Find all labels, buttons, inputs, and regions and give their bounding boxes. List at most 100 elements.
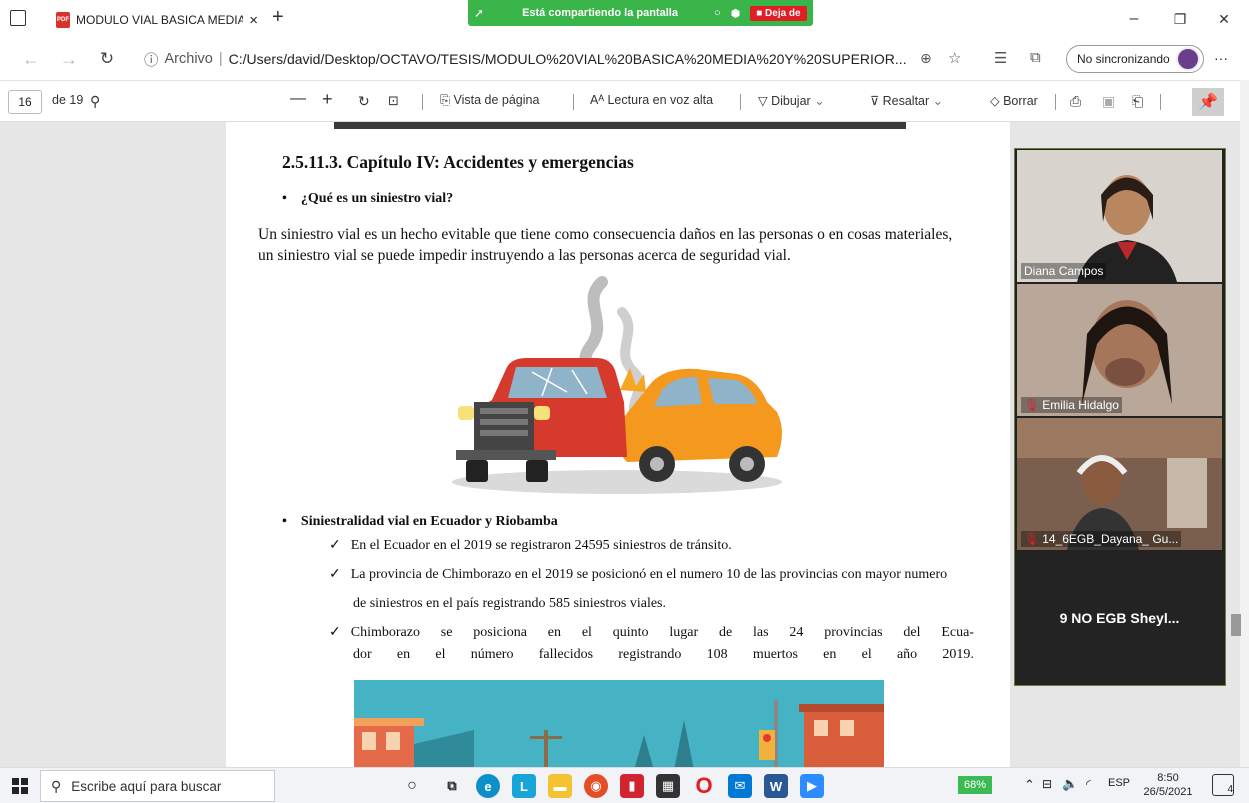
store-icon[interactable]: ▦ [656, 774, 680, 798]
find-icon[interactable]: ⚲ [90, 93, 100, 110]
pdf-page: 2.5.11.3. Capítulo IV: Accidentes y emer… [226, 122, 1010, 767]
zoom-icon[interactable]: ⊕ [920, 50, 932, 67]
section2-heading: • Siniestralidad vial en Ecuador y Riobam… [282, 514, 558, 530]
share-icon: ➚ [474, 6, 485, 20]
participant-video[interactable]: Diana Campos [1017, 150, 1222, 282]
favorite-star-icon[interactable]: ☆ [948, 49, 961, 67]
cortana-icon[interactable]: ○ [400, 774, 424, 798]
page-number-input[interactable]: 16 [8, 90, 42, 114]
task-view-icon[interactable]: ⧉ [440, 774, 464, 798]
pdf-icon: PDF [56, 12, 70, 28]
notification-count: 4 [1227, 784, 1233, 795]
read-aloud-label: Lectura en voz alta [607, 93, 714, 107]
battery-indicator[interactable]: 68% [958, 776, 992, 794]
tab-close-button[interactable]: × [249, 12, 258, 29]
notifications-icon[interactable]: 4 [1212, 774, 1234, 796]
close-window-button[interactable]: ✕ [1204, 6, 1244, 32]
list-item-word: 2019. [942, 647, 974, 662]
list-item-text: La provincia de Chimborazo en el 2019 se… [350, 567, 948, 582]
taskbar-search-input[interactable]: ⚲ Escribe aquí para buscar [40, 770, 275, 802]
app-l-icon[interactable]: L [512, 774, 536, 798]
minimize-button[interactable]: – [1114, 6, 1154, 32]
toolbar-divider [740, 94, 741, 110]
restore-button[interactable]: ❐ [1160, 6, 1200, 32]
forward-arrow-icon[interactable]: → [56, 49, 82, 70]
opera-icon[interactable]: O [692, 773, 716, 798]
refresh-icon[interactable]: ↻ [94, 49, 120, 69]
app-red-icon[interactable]: ▮ [620, 774, 644, 798]
taskbar-clock[interactable]: 8:50 26/5/2021 [1138, 771, 1198, 799]
clock-time: 8:50 [1157, 772, 1179, 784]
highlight-label: Resaltar [882, 94, 930, 108]
fit-page-icon[interactable]: ⊡ [388, 93, 399, 109]
language-indicator[interactable]: ESP [1108, 777, 1130, 789]
muted-mic-icon: 🎙 [1024, 398, 1040, 412]
erase-label: Borrar [1003, 94, 1038, 108]
word-icon[interactable]: W [764, 774, 788, 798]
print-icon[interactable]: ⎙ [1070, 93, 1081, 110]
question-heading: • ¿Qué es un siniestro vial? [282, 191, 453, 207]
tray-chevron-icon[interactable]: ⌃ [1024, 777, 1035, 793]
zoom-app-icon[interactable]: ▶ [800, 774, 824, 798]
page-view-button[interactable]: ⎘ Vista de página [440, 93, 539, 108]
favorites-list-icon[interactable]: ☰ [994, 49, 1007, 67]
participant-video[interactable]: 9 NO EGB Sheyl... [1017, 552, 1222, 684]
save-icon[interactable]: ▣ [1102, 93, 1115, 110]
list-item-word: el [435, 647, 446, 662]
zoom-out-icon[interactable]: — [290, 90, 306, 108]
search-placeholder: Escribe aquí para buscar [71, 778, 222, 794]
pdf-viewer[interactable]: 2.5.11.3. Capítulo IV: Accidentes y emer… [0, 122, 1240, 767]
pause-share-icon[interactable]: ○ [714, 7, 721, 19]
previous-image-edge [334, 122, 906, 129]
list-item-word: año [896, 647, 918, 662]
scrollbar-thumb[interactable] [1231, 614, 1241, 636]
save-as-icon[interactable]: ⎗ [1132, 93, 1143, 110]
vertical-scrollbar[interactable] [1240, 80, 1249, 768]
collections-icon[interactable]: ⧉ [1030, 49, 1041, 66]
chrome-icon[interactable]: ◉ [584, 774, 608, 798]
erase-button[interactable]: ◇ Borrar [990, 93, 1038, 108]
new-tab-button[interactable]: + [272, 6, 284, 29]
list-item-word: 108 [706, 647, 728, 662]
highlight-button[interactable]: ⊽ Resaltar ⌄ [870, 93, 943, 108]
list-item-word: en [396, 647, 411, 662]
list-item-word: dor [353, 647, 372, 662]
back-arrow-icon[interactable]: ← [18, 49, 44, 70]
info-icon[interactable]: ⓘ [144, 49, 159, 70]
volume-icon[interactable]: 🔈 [1062, 776, 1078, 792]
tab-actions-icon[interactable] [10, 10, 26, 26]
profile-avatar[interactable] [1176, 47, 1200, 71]
more-menu-icon[interactable]: ··· [1214, 50, 1228, 66]
bullet: • [282, 191, 287, 206]
mail-icon[interactable]: ✉ [728, 774, 752, 798]
tab-pdf[interactable]: PDF MODULO VIAL BASICA MEDIA Y × [48, 5, 266, 35]
stop-share-button[interactable]: ■ Deja de [750, 5, 807, 21]
share-label: Está compartiendo la pantalla [522, 7, 678, 19]
list-item-word: el [861, 647, 872, 662]
check-icon: ✓ [329, 567, 341, 582]
rotate-icon[interactable]: ↻ [358, 93, 370, 110]
wifi-icon[interactable]: ◜ [1086, 777, 1091, 791]
zoom-in-icon[interactable]: + [322, 89, 333, 110]
pin-toolbar-button[interactable]: 📌 [1192, 88, 1224, 116]
list-item-word: registrando [618, 647, 682, 662]
bullet: • [282, 514, 287, 529]
street-illustration [354, 680, 884, 767]
draw-icon: ▽ [758, 94, 772, 108]
url-field[interactable]: ⓘ Archivo | C:/Users/david/Desktop/OCTAV… [144, 45, 979, 73]
list-item-continuation: de siniestros en el país registrando 585… [353, 596, 666, 611]
participant-video[interactable]: 🎙 14_6EGB_Dayana_ Gu... [1017, 418, 1222, 550]
check-icon: ✓ [329, 538, 341, 553]
windows-start-icon[interactable] [12, 778, 28, 794]
read-aloud-button[interactable]: Aᴬ Lectura en voz alta [590, 93, 713, 107]
edge-browser-icon[interactable]: e [476, 774, 500, 798]
participant-video[interactable]: 🎙 Emilia Hidalgo [1017, 284, 1222, 416]
network-icon[interactable]: ⊟ [1042, 777, 1052, 791]
list-item: ✓ La provincia de Chimborazo en el 2019 s… [329, 560, 974, 589]
file-explorer-icon[interactable]: ▬ [548, 774, 572, 798]
windows-taskbar: ⚲ Escribe aquí para buscar ○ ⧉ e L ▬ ◉ ▮… [0, 767, 1249, 803]
draw-button[interactable]: ▽ Dibujar ⌄ [758, 93, 825, 108]
draw-label: Dibujar [771, 94, 811, 108]
url-text[interactable]: C:/Users/david/Desktop/OCTAVO/TESIS/MODU… [229, 51, 907, 67]
eraser-icon: ◇ [990, 94, 1004, 108]
